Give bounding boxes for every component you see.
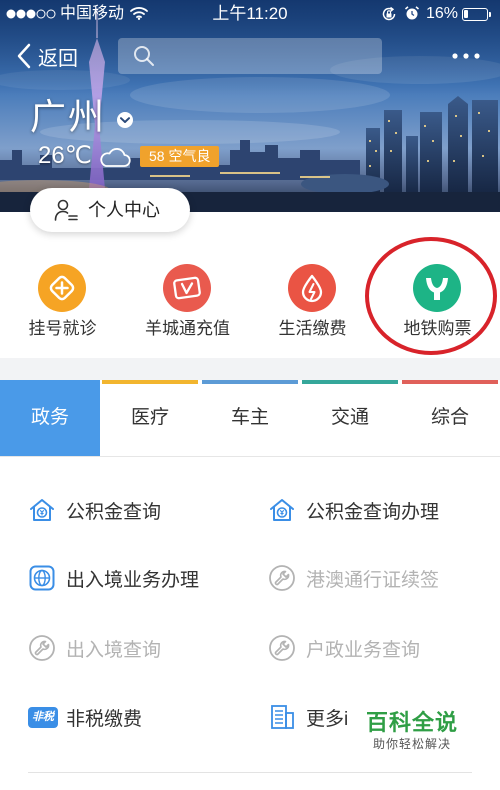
service-label: 港澳通行证续签	[306, 569, 440, 591]
tab-car-owner[interactable]: 车主	[200, 380, 300, 456]
service-item-non-tax-payment[interactable]: 非税 非税缴费	[28, 683, 256, 751]
air-quality-badge: 58 空气良	[140, 146, 220, 167]
personal-center-label: 个人中心	[88, 200, 160, 220]
signal-dot	[26, 9, 36, 19]
signal-dot	[6, 9, 16, 19]
quick-service-utility-payment[interactable]: 生活缴费	[250, 256, 375, 352]
tab-label: 医疗	[130, 407, 169, 428]
service-item-exit-entry-handling[interactable]: 出入境业务办理	[28, 544, 256, 612]
service-label: 公积金查询办理	[306, 501, 440, 523]
category-tabs: 政务 医疗 车主 交通 综合	[0, 380, 500, 457]
tab-medical[interactable]: 医疗	[100, 380, 200, 456]
clock-time: 上午11:20	[212, 4, 288, 23]
search-input[interactable]	[118, 38, 382, 74]
signal-dot	[46, 9, 56, 19]
personal-center-button[interactable]: 个人中心	[30, 188, 190, 232]
wifi-icon	[130, 7, 148, 20]
back-label: 返回	[38, 47, 78, 70]
service-item-exit-entry-query[interactable]: 出入境查询	[28, 614, 256, 682]
tab-accent-bar	[402, 380, 498, 384]
service-label: 出入境查询	[66, 639, 162, 661]
section-divider	[0, 358, 500, 380]
service-item-hk-macau-permit-renewal[interactable]: 港澳通行证续签	[268, 544, 496, 612]
service-label: 非税缴费	[66, 708, 143, 730]
chevron-down-icon[interactable]	[116, 111, 134, 129]
wrench-icon	[29, 635, 55, 661]
battery-percent: 16%	[426, 5, 459, 22]
battery-tip	[489, 12, 491, 17]
tab-label: 交通	[330, 407, 369, 428]
tab-accent-bar	[202, 380, 298, 384]
service-label: 更多i	[306, 708, 349, 730]
highlight-annotation-circle	[365, 237, 497, 355]
housing-fund-icon	[270, 499, 294, 521]
more-icon[interactable]	[446, 38, 486, 74]
globe-icon	[29, 565, 55, 591]
watermark: 百科全说 助你轻松解决	[360, 710, 464, 752]
quick-service-yangchengtong-topup[interactable]: 羊城通充值	[125, 256, 250, 352]
hospital-registration-icon	[38, 264, 86, 312]
service-item-household-registration-query[interactable]: 户政业务查询	[268, 614, 496, 682]
quick-service-registration[interactable]: 挂号就诊	[0, 256, 125, 352]
service-label: 出入境业务办理	[66, 569, 200, 591]
battery-icon	[462, 8, 488, 21]
alarm-icon	[404, 6, 420, 20]
cloud-icon	[100, 148, 131, 167]
signal-dot	[36, 9, 46, 19]
city-service-screen: 中国移动 上午11:20 16% 返回 广州 26℃ 58 空气良 个人中心 挂…	[0, 0, 500, 790]
tab-general[interactable]: 综合	[400, 380, 500, 456]
search-icon	[134, 46, 154, 66]
battery-level	[464, 10, 468, 18]
city-name[interactable]: 广州	[30, 96, 106, 138]
quick-service-label: 羊城通充值	[145, 319, 230, 338]
wrench-icon	[269, 635, 295, 661]
bottom-divider	[28, 772, 472, 773]
service-item-housing-fund-query[interactable]: 公积金查询	[28, 476, 256, 544]
tab-label: 政务	[30, 407, 69, 428]
transit-card-icon	[163, 264, 211, 312]
tab-accent-bar	[102, 380, 198, 384]
carrier-name: 中国移动	[60, 5, 125, 22]
person-icon	[54, 199, 78, 221]
signal-strength-icon	[6, 9, 56, 19]
rotation-lock-icon	[382, 6, 396, 21]
temperature: 26℃	[38, 142, 92, 169]
tab-transport[interactable]: 交通	[300, 380, 400, 456]
back-button[interactable]: 返回	[16, 38, 78, 74]
watermark-title: 百科全说	[365, 710, 458, 735]
quick-service-label: 生活缴费	[278, 319, 347, 338]
service-item-housing-fund-handling[interactable]: 公积金查询办理	[268, 476, 496, 544]
city-header: 中国移动 上午11:20 16% 返回 广州 26℃ 58 空气良	[0, 0, 500, 212]
service-label: 户政业务查询	[306, 639, 421, 661]
building-list-icon	[271, 705, 294, 729]
watermark-subtitle: 助你轻松解决	[372, 737, 451, 751]
service-label: 公积金查询	[66, 501, 162, 523]
quick-service-label: 挂号就诊	[28, 319, 97, 338]
signal-dot	[16, 9, 26, 19]
tab-label: 综合	[430, 407, 469, 428]
chevron-left-icon	[17, 43, 31, 69]
tab-label: 车主	[230, 407, 269, 428]
non-tax-icon: 非税	[28, 706, 58, 728]
housing-fund-icon	[30, 499, 54, 521]
tab-government[interactable]: 政务	[0, 380, 100, 456]
wrench-icon	[269, 565, 295, 591]
tab-accent-bar	[302, 380, 398, 384]
utility-bill-icon	[288, 264, 336, 312]
